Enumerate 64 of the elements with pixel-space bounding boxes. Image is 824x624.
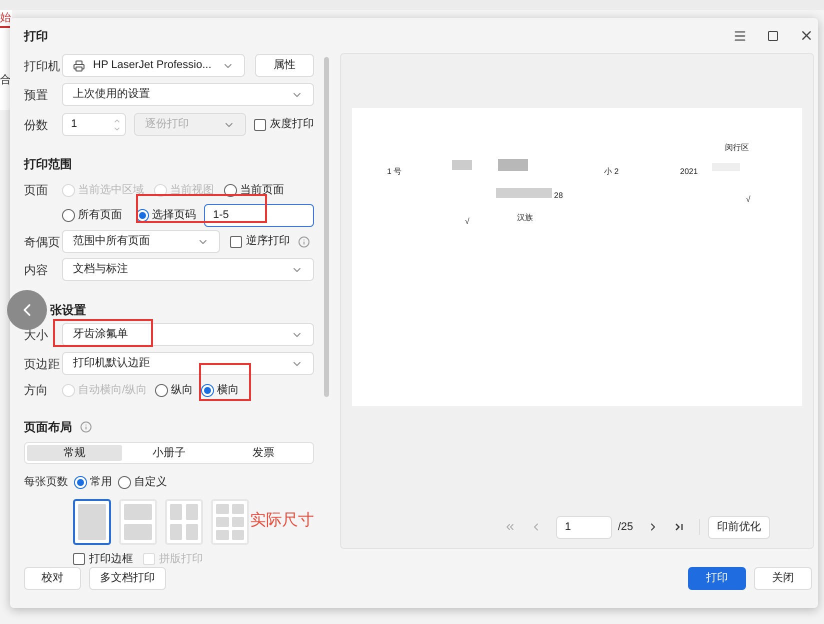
radio-option[interactable]: 选择页码 [136,207,196,224]
page-range-field[interactable]: 1-5 [204,204,314,228]
field-label: 每张页数 [24,475,68,490]
radio-option[interactable]: 常用 [74,474,112,491]
pages-per-sheet-thumbnail[interactable] [73,498,111,545]
page-total: /25 [618,520,634,535]
app-item: 合 [0,73,12,88]
info-icon[interactable] [80,421,92,434]
layout-tab[interactable]: 常规 [27,445,122,462]
dropdown[interactable]: 文档与标注 [62,258,314,282]
radio-option[interactable]: 纵向 [155,382,194,398]
print-button[interactable]: 打印 [688,567,746,590]
field-label: 份数 [24,116,49,134]
scrollbar-thumb[interactable] [324,57,329,398]
dropdown[interactable]: 打印机默认边距 [62,352,314,376]
footer-button[interactable]: 多文档打印 [89,567,166,590]
redacted-block [498,159,528,172]
section-title: 打印范围 [24,156,73,174]
page-number-field[interactable]: 1 [556,516,612,539]
checkbox[interactable]: 灰度打印 [254,116,314,133]
preview-text: 闵行区 [725,142,749,154]
close-button[interactable]: 关闭 [754,567,812,590]
dialog-title: 打印 [24,28,48,45]
preview-text: 1 号 [387,166,402,178]
redacted-block [496,188,552,198]
redacted-block [452,160,472,170]
field-label: 奇偶页 [24,234,61,251]
optimize-button[interactable]: 印前优化 [708,516,770,539]
field-label: 打印机 [24,58,61,75]
maximize-icon[interactable] [767,30,779,42]
annotation-text: 实际尺寸 [250,510,314,532]
preview-text: √ [465,216,470,228]
dropdown[interactable]: 范围中所有页面 [62,230,220,254]
dropdown[interactable]: 上次使用的设置 [62,83,314,106]
footer-button[interactable]: 校对 [24,567,81,590]
field-label: 预置 [24,86,49,104]
field-label: 页面 [24,182,49,200]
info-icon[interactable] [298,236,310,248]
section-title: 张设置 [50,302,86,320]
annotation-box [199,363,251,401]
radio-option[interactable]: 当前页面 [224,182,284,198]
checkbox[interactable]: 打印边框 [73,550,133,568]
preview-text: 汉族 [517,212,533,224]
layout-tab[interactable]: 发票 [216,445,312,462]
preview-text: 小 2 [604,166,619,178]
preview-text: 2021 [680,166,698,178]
printer-dropdown[interactable]: HP LaserJet Professio... [62,54,245,78]
field-label: 大小 [24,326,49,344]
menu-icon[interactable] [733,28,747,43]
radio-option[interactable]: 自定义 [118,474,167,491]
field-label: 页边距 [24,356,61,373]
preview-text: 28 [554,190,563,202]
radio-option[interactable]: 所有页面 [62,207,122,224]
section-title: 页面布局 [24,419,72,436]
properties-button[interactable]: 属性 [255,54,314,78]
copies-field[interactable]: 1 [62,113,126,136]
radio-option[interactable]: 横向 [201,382,240,398]
dropdown[interactable]: 牙齿涂氟单 [62,323,314,346]
field-label: 内容 [24,262,49,279]
checkbox[interactable]: 逆序打印 [230,233,290,250]
preview-text: √ [746,194,750,206]
field-label: 方向 [24,382,49,400]
layout-tab[interactable]: 小册子 [122,445,216,462]
printer-icon [73,60,85,72]
